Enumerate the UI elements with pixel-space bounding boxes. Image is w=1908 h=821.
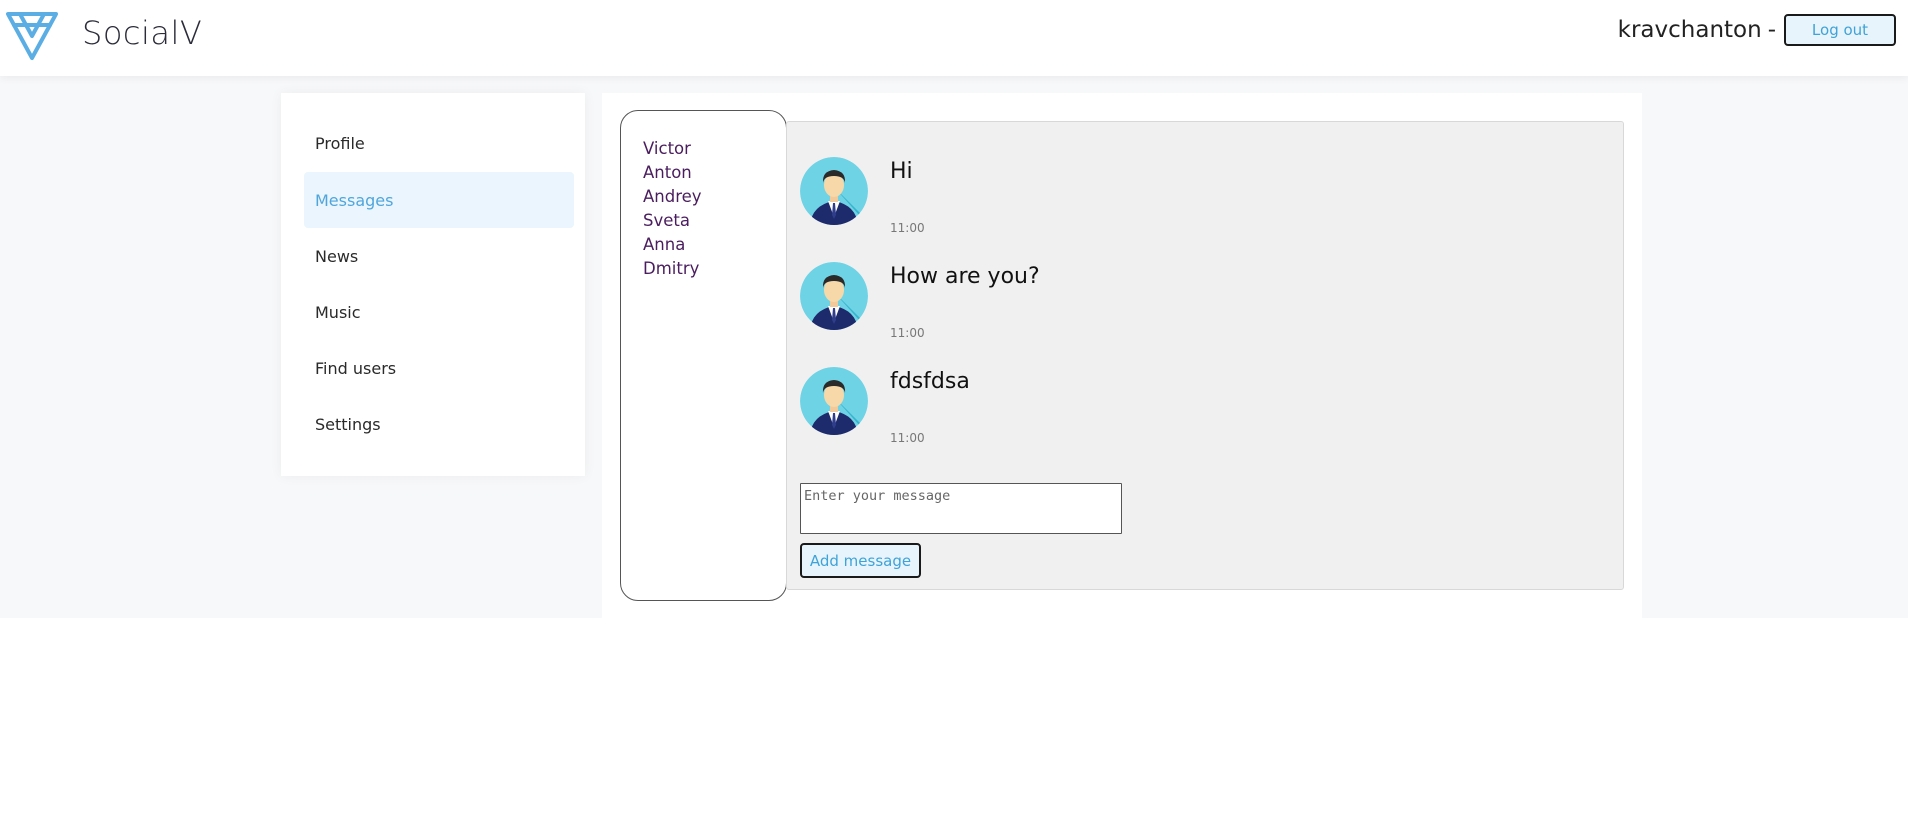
sidebar-item-settings[interactable]: Settings xyxy=(304,396,574,452)
message-text: Hi xyxy=(890,159,913,184)
dialog-item-victor[interactable]: Victor xyxy=(643,137,786,161)
dialogs-list: Victor Anton Andrey Sveta Anna Dmitry xyxy=(620,110,787,601)
dialog-item-anna[interactable]: Anna xyxy=(643,233,786,257)
sidebar-nav: Profile Messages News Music Find users S… xyxy=(281,93,585,476)
message-item: fdsfdsa 11:00 xyxy=(800,367,1400,453)
message-text: fdsfdsa xyxy=(890,369,970,394)
message-time: 11:00 xyxy=(890,326,925,340)
triangle-logo-icon[interactable] xyxy=(4,8,60,64)
message-text: How are you? xyxy=(890,264,1040,289)
app-header: SocialV kravchanton - Log out xyxy=(0,0,1908,76)
user-avatar-icon xyxy=(800,367,868,435)
message-item: How are you? 11:00 xyxy=(800,262,1400,348)
message-time: 11:00 xyxy=(890,221,925,235)
message-item: Hi 11:00 xyxy=(800,157,1400,243)
current-username: kravchanton xyxy=(1617,17,1762,43)
sidebar-item-music[interactable]: Music xyxy=(304,284,574,340)
dialog-item-andrey[interactable]: Andrey xyxy=(643,185,786,209)
sidebar-item-profile[interactable]: Profile xyxy=(304,115,574,171)
message-input[interactable] xyxy=(800,483,1122,534)
sidebar-item-find-users[interactable]: Find users xyxy=(304,340,574,396)
message-time: 11:00 xyxy=(890,431,925,445)
add-message-button[interactable]: Add message xyxy=(800,543,921,578)
username-separator: - xyxy=(1767,17,1776,43)
logout-button[interactable]: Log out xyxy=(1784,14,1896,46)
dialog-item-sveta[interactable]: Sveta xyxy=(643,209,786,233)
sidebar-item-news[interactable]: News xyxy=(304,228,574,284)
user-avatar-icon xyxy=(800,262,868,330)
login-block: kravchanton - Log out xyxy=(1618,12,1896,48)
dialog-item-dmitry[interactable]: Dmitry xyxy=(643,257,786,281)
user-avatar-icon xyxy=(800,157,868,225)
dialog-item-anton[interactable]: Anton xyxy=(643,161,786,185)
app-logo-text[interactable]: SocialV xyxy=(82,14,202,52)
messages-panel: Hi 11:00 How are you? 11:00 fdsfdsa 11:0… xyxy=(786,121,1624,590)
sidebar-item-messages[interactable]: Messages xyxy=(304,172,574,228)
